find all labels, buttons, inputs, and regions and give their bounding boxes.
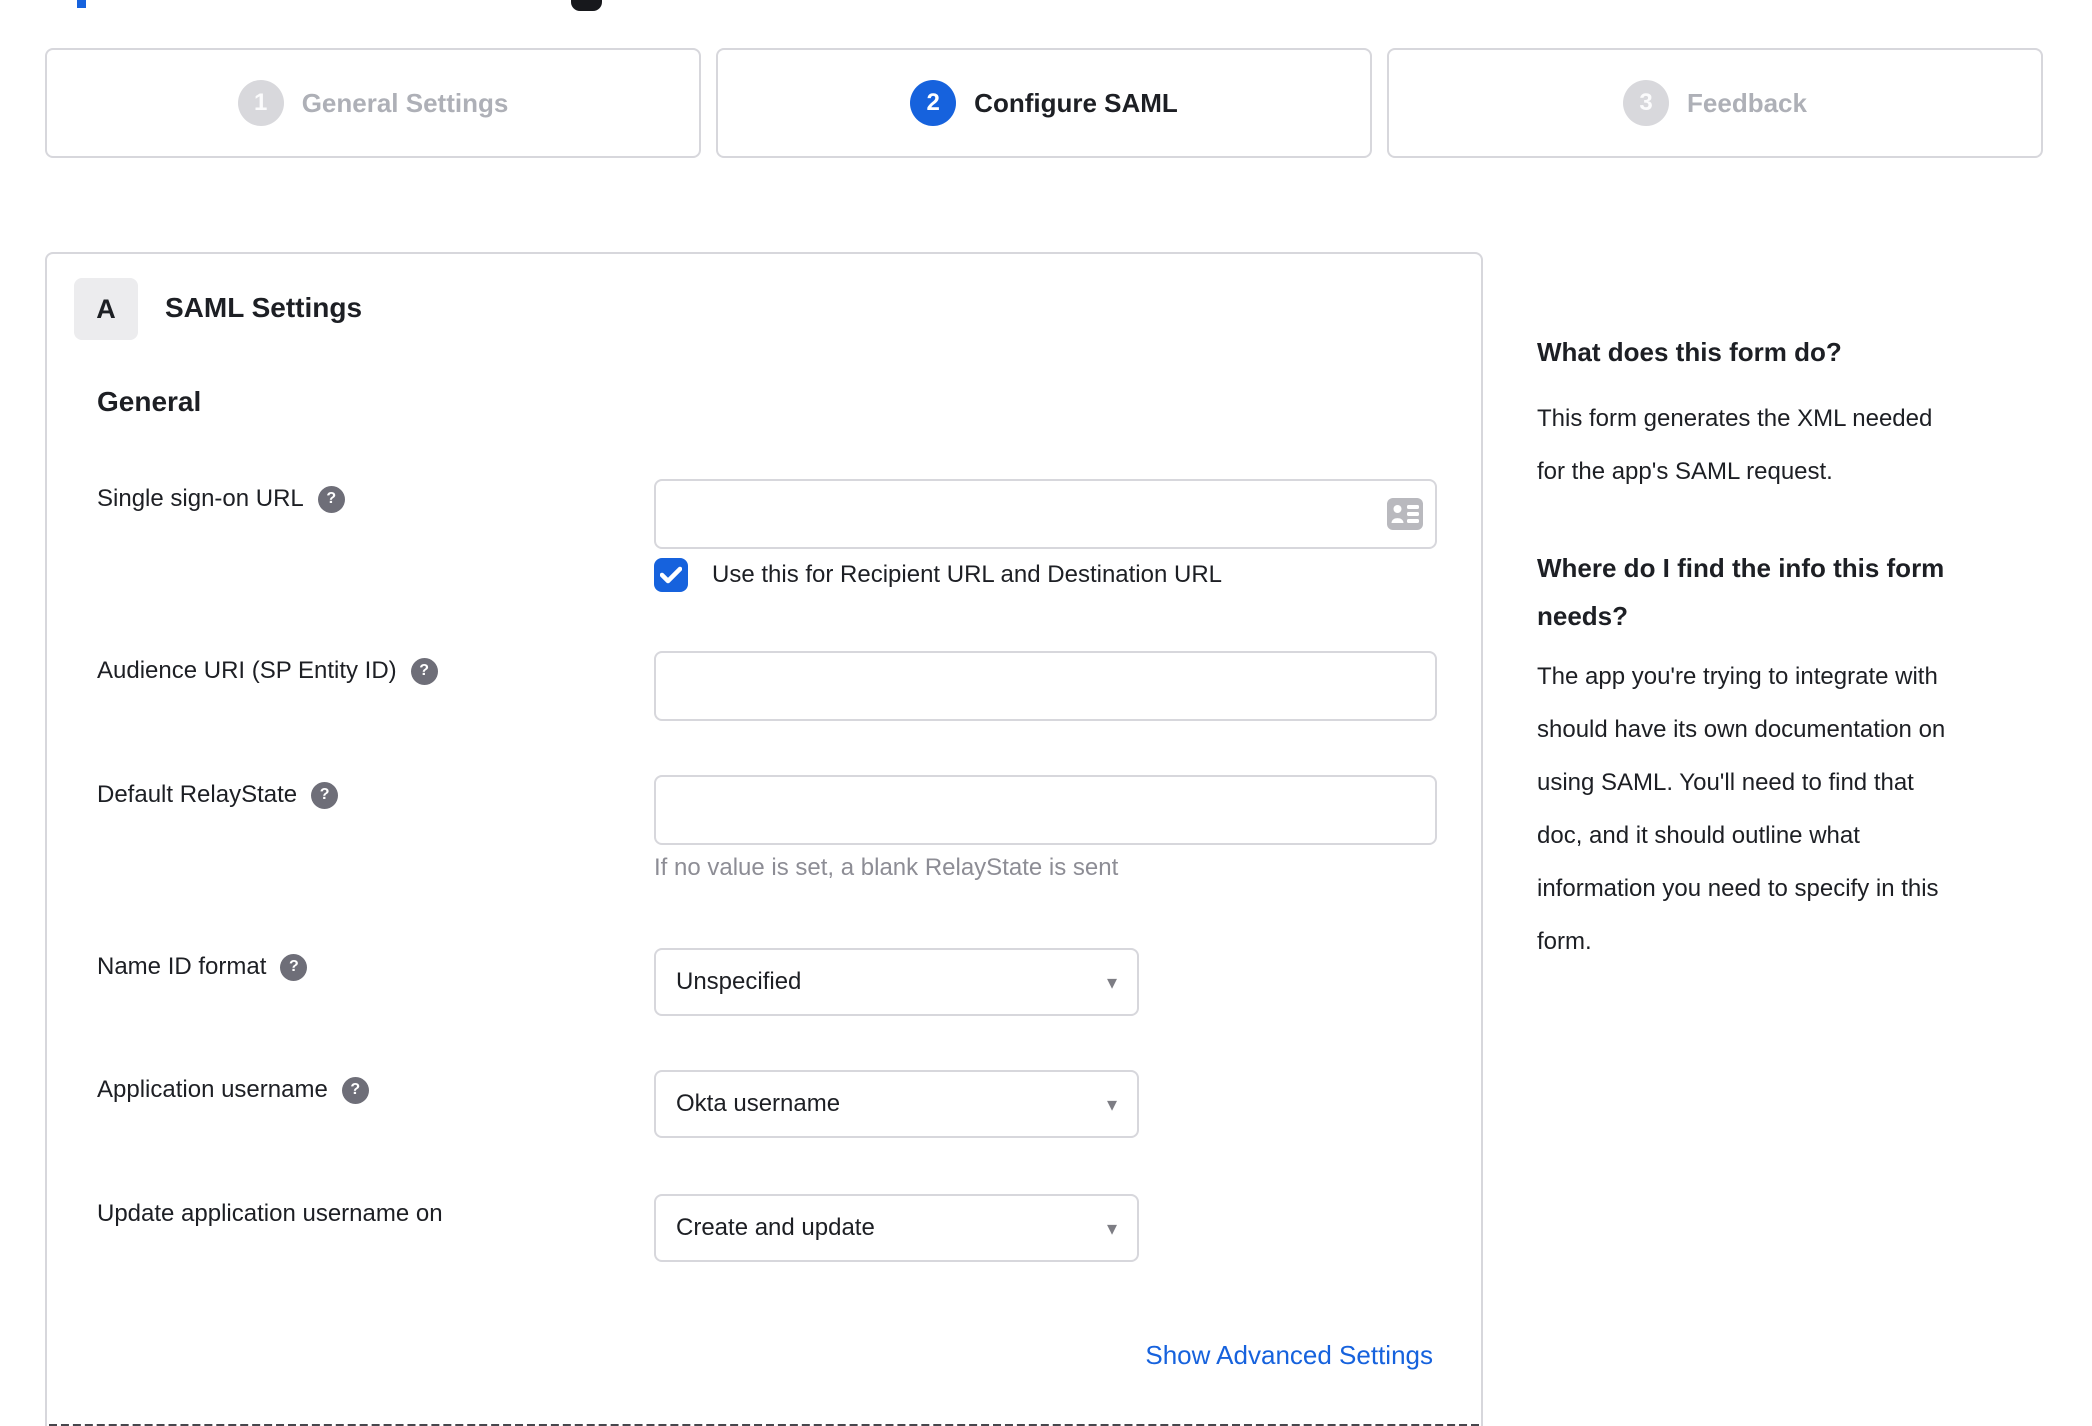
help-q2-body: The app you're trying to integrate with … (1537, 663, 1946, 955)
step-label: Configure SAML (974, 87, 1178, 118)
wizard-stepper: 1 General Settings 2 Configure SAML 3 Fe… (45, 48, 2043, 158)
relay-state-input[interactable] (654, 775, 1437, 845)
name-id-format-label-text: Name ID format (97, 953, 267, 980)
contact-card-icon[interactable] (1387, 498, 1423, 530)
show-advanced-settings-link[interactable]: Show Advanced Settings (1145, 1340, 1433, 1371)
sso-url-input[interactable] (654, 479, 1437, 549)
section-title: SAML Settings (165, 292, 363, 323)
update-username-select[interactable]: Create and update ▾ (654, 1194, 1139, 1262)
help-icon[interactable]: ? (280, 953, 308, 981)
chevron-down-icon: ▾ (1106, 1217, 1117, 1240)
name-id-format-select[interactable]: Unspecified ▾ (654, 948, 1139, 1016)
step-number-badge: 2 (910, 80, 957, 126)
saml-settings-panel: A SAML Settings General Single sign-on U… (45, 252, 1483, 1426)
sso-url-label: Single sign-on URL ? (97, 484, 345, 514)
step-label: General Settings (301, 87, 509, 118)
application-username-label: Application username ? (97, 1075, 369, 1105)
step-label: Feedback (1687, 87, 1807, 118)
recipient-url-checkbox[interactable] (654, 558, 688, 592)
chevron-down-icon: ▾ (1106, 1093, 1117, 1116)
recipient-url-checkbox-label: Use this for Recipient URL and Destinati… (712, 561, 1223, 588)
chevron-down-icon: ▾ (1106, 971, 1117, 994)
help-sidebar: What does this form do? This form genera… (1537, 328, 2053, 968)
update-username-value: Create and update (676, 1214, 875, 1241)
audience-uri-label: Audience URI (SP Entity ID) ? (97, 656, 438, 686)
help-icon[interactable]: ? (341, 1076, 369, 1104)
help-q1-title: What does this form do? (1537, 337, 1842, 367)
checkmark-icon (660, 566, 682, 584)
help-q1-body: This form generates the XML needed for t… (1537, 405, 1933, 485)
name-id-format-value: Unspecified (676, 968, 802, 995)
application-username-value: Okta username (676, 1090, 841, 1117)
help-icon[interactable]: ? (317, 485, 345, 513)
relay-state-label-text: Default RelayState (97, 781, 298, 808)
section-a-badge: A (74, 278, 138, 340)
cutoff-blue-fragment (77, 0, 86, 8)
step-configure-saml[interactable]: 2 Configure SAML (716, 48, 1372, 158)
general-group-title: General (97, 386, 202, 417)
cutoff-dark-icon-fragment (571, 0, 602, 11)
step-feedback[interactable]: 3 Feedback (1387, 48, 2043, 158)
step-general-settings[interactable]: 1 General Settings (45, 48, 701, 158)
step-number-badge: 1 (237, 80, 284, 126)
application-username-select[interactable]: Okta username ▾ (654, 1070, 1139, 1138)
update-username-label: Update application username on (97, 1199, 443, 1229)
relay-state-label: Default RelayState ? (97, 780, 339, 810)
help-icon[interactable]: ? (410, 657, 438, 685)
help-icon[interactable]: ? (311, 781, 339, 809)
sso-url-input-wrap (654, 479, 1437, 549)
name-id-format-label: Name ID format ? (97, 952, 308, 982)
relay-state-helper-text: If no value is set, a blank RelayState i… (654, 854, 1119, 881)
sso-url-label-text: Single sign-on URL (97, 485, 304, 512)
help-q2-title: Where do I find the info this form needs… (1537, 553, 1945, 631)
update-username-label-text: Update application username on (97, 1200, 443, 1227)
application-username-label-text: Application username (97, 1076, 328, 1103)
audience-uri-label-text: Audience URI (SP Entity ID) (97, 657, 397, 684)
audience-uri-input[interactable] (654, 651, 1437, 721)
recipient-url-checkbox-row: Use this for Recipient URL and Destinati… (654, 558, 1222, 592)
step-number-badge: 3 (1623, 80, 1670, 126)
